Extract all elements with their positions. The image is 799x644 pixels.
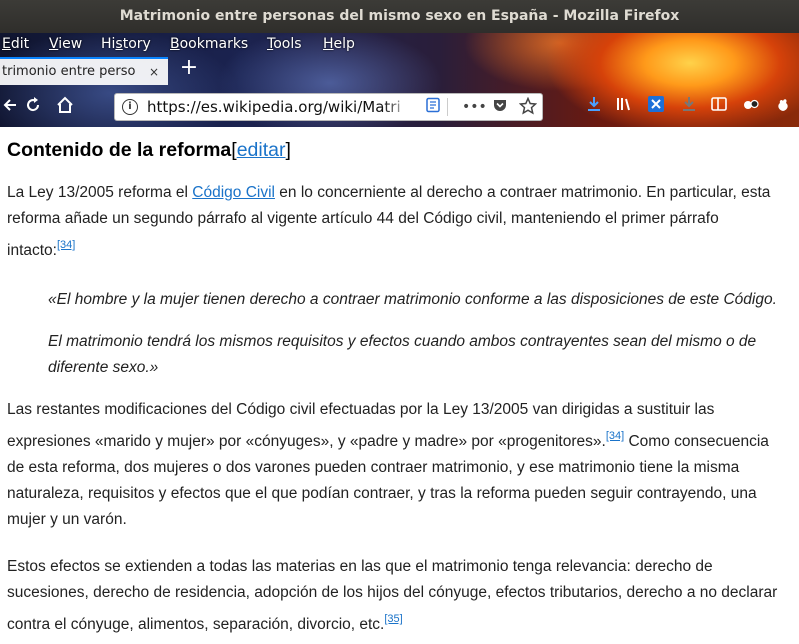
menu-bookmarks[interactable]: Bookmarks [170,35,248,53]
more-actions-button[interactable]: ••• [462,97,487,117]
paragraph-1: La Ley 13/2005 reforma el Código Civil e… [7,184,771,259]
home-icon[interactable] [53,95,77,119]
library-icon[interactable] [613,95,635,119]
reference-34[interactable]: [34] [606,430,624,442]
url-bar[interactable]: i https://es.wikipedia.org/wiki/Matri ••… [114,93,543,121]
paragraph-2: Las restantes modificaciones del Código … [7,401,769,528]
menu-bar: Edit View History Bookmarks Tools Help [0,33,799,55]
download-icon[interactable] [583,95,605,119]
paragraph-3: Estos efectos se extienden a todas las m… [7,558,778,633]
gnome-icon[interactable] [772,95,794,119]
reference-35[interactable]: [35] [384,613,402,625]
menu-help[interactable]: Help [323,35,355,53]
sidebar-icon[interactable] [708,95,730,119]
pocket-icon[interactable] [490,97,510,117]
menu-edit[interactable]: Edit [2,35,29,53]
section-heading: Contenido de la reforma[editar] [7,139,291,161]
edit-section: [editar] [231,139,291,161]
sync-icon[interactable] [678,95,700,119]
reference-34[interactable]: [34] [57,239,75,251]
edit-link[interactable]: editar [237,139,286,161]
reload-icon[interactable] [21,95,45,119]
menu-view[interactable]: View [49,35,82,53]
menu-tools[interactable]: Tools [267,35,302,53]
new-tab-button[interactable]: + [178,56,200,80]
tab-active[interactable]: trimonio entre perso × [0,57,168,85]
close-icon[interactable]: × [148,66,160,78]
url-fade [383,96,413,118]
tab-bar: trimonio entre perso × + [0,55,799,85]
bookmark-star-icon[interactable] [518,96,538,117]
window-title: Matrimonio entre personas del mismo sexo… [119,8,680,24]
extension-icon[interactable] [645,95,667,119]
url-text[interactable]: https://es.wikipedia.org/wiki/Matri [147,98,403,117]
url-separator [447,98,448,116]
window-title-bar: Matrimonio entre personas del mismo sexo… [0,0,799,33]
page-content: Contenido de la reforma[editar] La Ley 1… [0,127,799,644]
site-info-icon[interactable]: i [122,99,138,115]
menu-history[interactable]: History [101,35,151,53]
browser-chrome: Edit View History Bookmarks Tools Help t… [0,33,799,127]
reader-view-icon[interactable] [423,97,443,117]
navigation-bar: i https://es.wikipedia.org/wiki/Matri ••… [0,89,799,127]
quote-line-1: «El hombre y la mujer tienen derecho a c… [48,291,777,308]
tab-title: trimonio entre perso [2,64,136,79]
addon-icon[interactable] [740,95,762,119]
quote-block-2: El matrimonio tendrá los mismos requisit… [48,333,757,376]
codigo-civil-link[interactable]: Código Civil [192,184,275,201]
